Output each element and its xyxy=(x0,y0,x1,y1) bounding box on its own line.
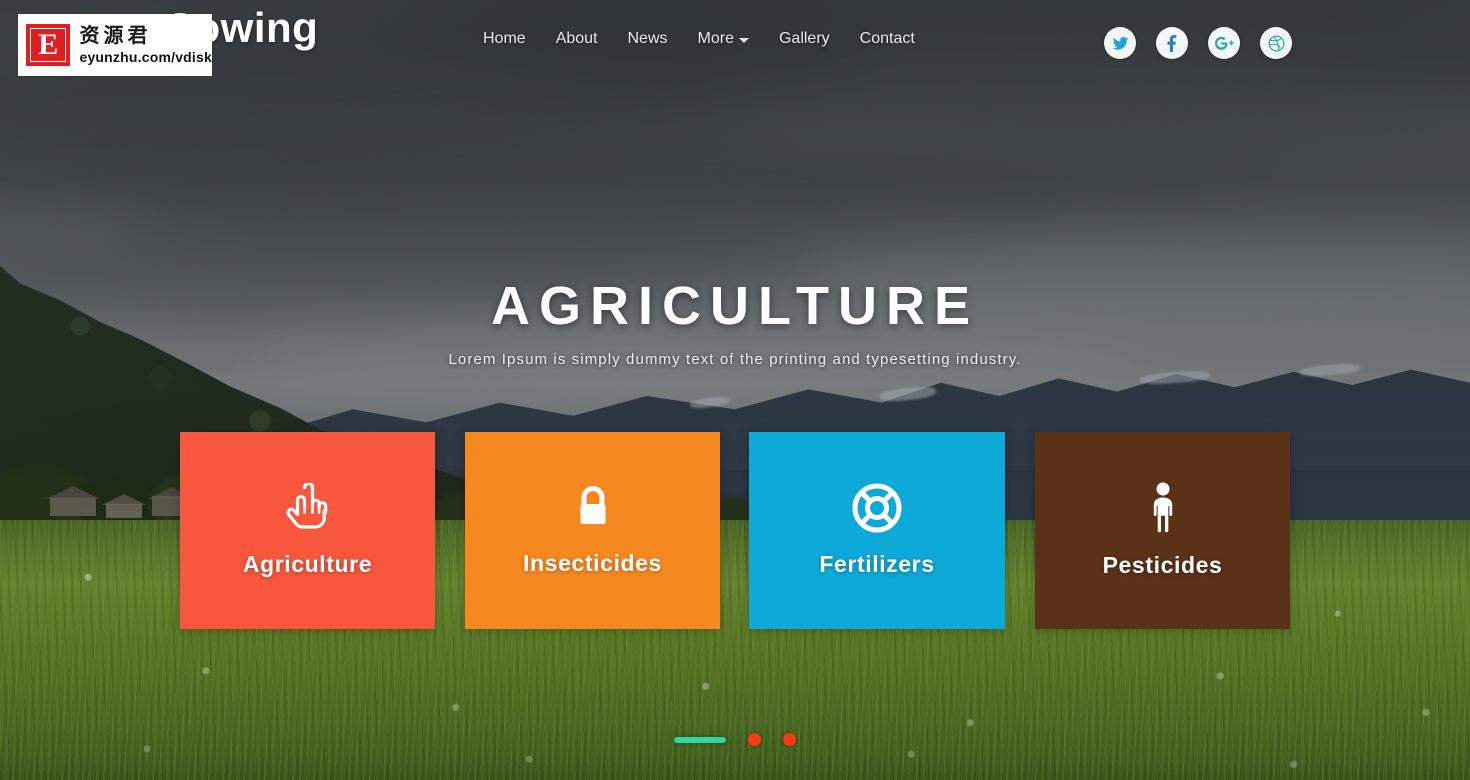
service-card-agriculture[interactable]: Agriculture xyxy=(180,432,435,629)
watermark-url: eyunzhu.com/vdisk xyxy=(79,49,212,65)
dribbble-icon xyxy=(1267,34,1285,52)
nav-more[interactable]: More xyxy=(698,30,771,48)
watermark-badge-letter: E xyxy=(38,28,59,61)
watermark-chinese-name: 资源君 xyxy=(79,25,152,47)
google-plus-icon xyxy=(1214,35,1234,52)
nav-more-label: More xyxy=(697,30,734,47)
nav-about[interactable]: About xyxy=(556,30,620,48)
person-icon xyxy=(1148,482,1178,534)
service-card-title: Pesticides xyxy=(1102,552,1223,578)
nav-news[interactable]: News xyxy=(628,30,690,48)
service-card-insecticides[interactable]: Insecticides xyxy=(465,432,720,629)
service-card-fertilizers[interactable]: Fertilizers xyxy=(749,432,1005,629)
social-links xyxy=(1104,27,1292,59)
service-card-title: Insecticides xyxy=(523,550,662,576)
carousel-indicator-dot[interactable] xyxy=(783,733,796,746)
service-card-title: Fertilizers xyxy=(819,551,935,577)
carousel-indicator-dot[interactable] xyxy=(748,733,761,746)
nav-home[interactable]: Home xyxy=(483,30,548,48)
hand-pointer-up-icon xyxy=(286,483,330,533)
nav-gallery[interactable]: Gallery xyxy=(779,30,852,48)
life-ring-icon xyxy=(852,483,902,533)
social-google-plus-button[interactable] xyxy=(1208,27,1240,59)
twitter-icon xyxy=(1112,35,1129,52)
service-cards: Agriculture Insecticides Fertilizers Pes… xyxy=(0,432,1470,632)
watermark-text: 资源君 eyunzhu.com/vdisk xyxy=(79,25,212,65)
chevron-down-icon xyxy=(738,38,749,43)
service-card-pesticides[interactable]: Pesticides xyxy=(1035,432,1290,629)
hero-background-image xyxy=(0,0,1470,780)
site-header: Sowing Home About News More Gallery Cont… xyxy=(0,0,1470,84)
hero-text-block: AGRICULTURE Lorem Ipsum is simply dummy … xyxy=(0,275,1470,368)
facebook-icon xyxy=(1164,34,1181,52)
page-root: Sowing Home About News More Gallery Cont… xyxy=(0,0,1470,780)
watermark-overlay: E 资源君 eyunzhu.com/vdisk xyxy=(18,14,212,76)
social-facebook-button[interactable] xyxy=(1156,27,1188,59)
nav-contact[interactable]: Contact xyxy=(860,30,937,48)
social-dribbble-button[interactable] xyxy=(1260,27,1292,59)
watermark-logo-badge: E xyxy=(26,24,71,66)
carousel-indicators xyxy=(0,733,1470,746)
page-title: AGRICULTURE xyxy=(491,276,979,336)
hero-subtitle: Lorem Ipsum is simply dummy text of the … xyxy=(448,351,1022,369)
social-twitter-button[interactable] xyxy=(1104,27,1136,59)
main-navigation: Home About News More Gallery Contact xyxy=(483,30,945,48)
service-card-title: Agriculture xyxy=(242,551,373,577)
carousel-indicator-active[interactable] xyxy=(674,736,726,743)
lock-icon xyxy=(573,484,613,532)
